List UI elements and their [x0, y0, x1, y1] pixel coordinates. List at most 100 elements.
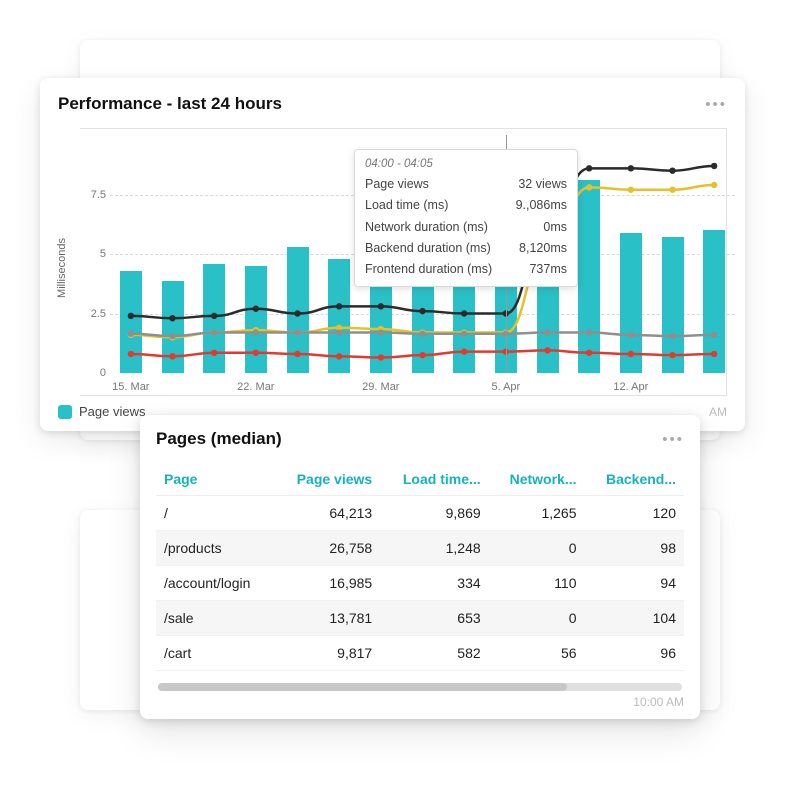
table-cell: 0 [489, 531, 585, 566]
table-cell: 56 [489, 636, 585, 671]
chart-point[interactable] [336, 329, 342, 335]
table-header[interactable]: Page views [274, 463, 380, 496]
chart-point[interactable] [128, 351, 134, 357]
table-cell: 9,869 [380, 496, 488, 531]
tooltip-row-label: Network duration (ms) [365, 217, 488, 238]
chart-point[interactable] [586, 329, 592, 335]
chart-point[interactable] [169, 333, 175, 339]
chart-point[interactable] [544, 347, 550, 353]
chart-point[interactable] [711, 332, 717, 338]
tooltip-row: Network duration (ms) 0ms [365, 217, 567, 238]
table-row[interactable]: /account/login16,98533411094 [156, 566, 684, 601]
chart-point[interactable] [586, 350, 592, 356]
performance-chart[interactable]: Milliseconds 02.557.515. Mar22. Mar29. M… [80, 128, 727, 396]
chart-point[interactable] [253, 306, 259, 312]
table-header[interactable]: Network... [489, 463, 585, 496]
more-icon[interactable]: ••• [705, 96, 727, 113]
pages-timestamp: 10:00 AM [156, 695, 684, 709]
pages-card-title: Pages (median) [156, 429, 282, 449]
table-header[interactable]: Page [156, 463, 274, 496]
chart-point[interactable] [378, 354, 384, 360]
chart-point[interactable] [211, 350, 217, 356]
table-cell: 26,758 [274, 531, 380, 566]
chart-point[interactable] [419, 308, 425, 314]
table-cell: 0 [489, 601, 585, 636]
chart-point[interactable] [169, 315, 175, 321]
horizontal-scrollbar[interactable] [158, 683, 682, 691]
chart-point[interactable] [586, 165, 592, 171]
scrollbar-thumb[interactable] [158, 683, 567, 691]
y-tick-label: 0 [82, 367, 106, 379]
chart-point[interactable] [669, 333, 675, 339]
table-row[interactable]: /64,2139,8691,265120 [156, 496, 684, 531]
chart-point[interactable] [294, 329, 300, 335]
tooltip-row-value: 737ms [529, 259, 567, 280]
chart-point[interactable] [419, 352, 425, 358]
table-header[interactable]: Load time... [380, 463, 488, 496]
chart-point[interactable] [336, 303, 342, 309]
table-cell: /cart [156, 636, 274, 671]
table-row[interactable]: /products26,7581,248098 [156, 531, 684, 566]
table-cell: /account/login [156, 566, 274, 601]
chart-point[interactable] [253, 350, 259, 356]
chart-tooltip: 04:00 - 04:05Page views32 viewsLoad time… [354, 149, 578, 287]
legend-label: Page views [79, 404, 145, 419]
chart-point[interactable] [461, 348, 467, 354]
tooltip-row: Load time (ms)9.,086ms [365, 195, 567, 216]
chart-point[interactable] [294, 351, 300, 357]
x-tick-label: 22. Mar [237, 381, 274, 393]
tooltip-row-label: Frontend duration (ms) [365, 259, 492, 280]
x-tick-label: 15. Mar [112, 381, 149, 393]
chart-point[interactable] [711, 351, 717, 357]
chart-point[interactable] [586, 184, 592, 190]
chart-plot-area[interactable]: 02.557.515. Mar22. Mar29. Mar5. Apr12. A… [110, 135, 735, 373]
tooltip-row-value: 9.,086ms [516, 195, 567, 216]
table-cell: 1,265 [489, 496, 585, 531]
chart-point[interactable] [669, 187, 675, 193]
chart-point[interactable] [378, 303, 384, 309]
chart-point[interactable] [461, 310, 467, 316]
chart-point[interactable] [211, 313, 217, 319]
more-icon[interactable]: ••• [662, 431, 684, 448]
chart-point[interactable] [628, 187, 634, 193]
table-cell: /products [156, 531, 274, 566]
x-tick-label: 12. Apr [613, 381, 648, 393]
chart-point[interactable] [128, 313, 134, 319]
legend-swatch-page-views [58, 405, 72, 419]
table-cell: /sale [156, 601, 274, 636]
table-row[interactable]: /cart9,8175825696 [156, 636, 684, 671]
chart-point[interactable] [378, 329, 384, 335]
chart-point[interactable] [419, 331, 425, 337]
table-cell: / [156, 496, 274, 531]
table-row[interactable]: /sale13,7816530104 [156, 601, 684, 636]
performance-card-title: Performance - last 24 hours [58, 94, 282, 114]
pages-table: PagePage viewsLoad time...Network...Back… [156, 463, 684, 671]
chart-point[interactable] [711, 182, 717, 188]
table-cell: 1,248 [380, 531, 488, 566]
table-header[interactable]: Backend... [585, 463, 684, 496]
chart-point[interactable] [628, 332, 634, 338]
chart-point[interactable] [544, 329, 550, 335]
chart-point[interactable] [461, 331, 467, 337]
x-tick-label: 5. Apr [491, 381, 520, 393]
table-cell: 96 [585, 636, 684, 671]
y-tick-label: 5 [82, 248, 106, 260]
x-tick-label: 29. Mar [362, 381, 399, 393]
chart-point[interactable] [336, 353, 342, 359]
tooltip-row-value: 0ms [543, 217, 567, 238]
chart-point[interactable] [628, 165, 634, 171]
chart-point[interactable] [628, 351, 634, 357]
chart-point[interactable] [294, 310, 300, 316]
chart-point[interactable] [128, 331, 134, 337]
tooltip-row-value: 8,120ms [519, 238, 567, 259]
chart-point[interactable] [169, 353, 175, 359]
chart-point[interactable] [253, 329, 259, 335]
chart-point[interactable] [669, 352, 675, 358]
tooltip-row-label: Page views [365, 174, 429, 195]
tooltip-row-label: Backend duration (ms) [365, 238, 491, 259]
tooltip-row: Backend duration (ms) 8,120ms [365, 238, 567, 259]
chart-point[interactable] [211, 329, 217, 335]
chart-point[interactable] [711, 163, 717, 169]
chart-point[interactable] [669, 168, 675, 174]
table-cell: 104 [585, 601, 684, 636]
